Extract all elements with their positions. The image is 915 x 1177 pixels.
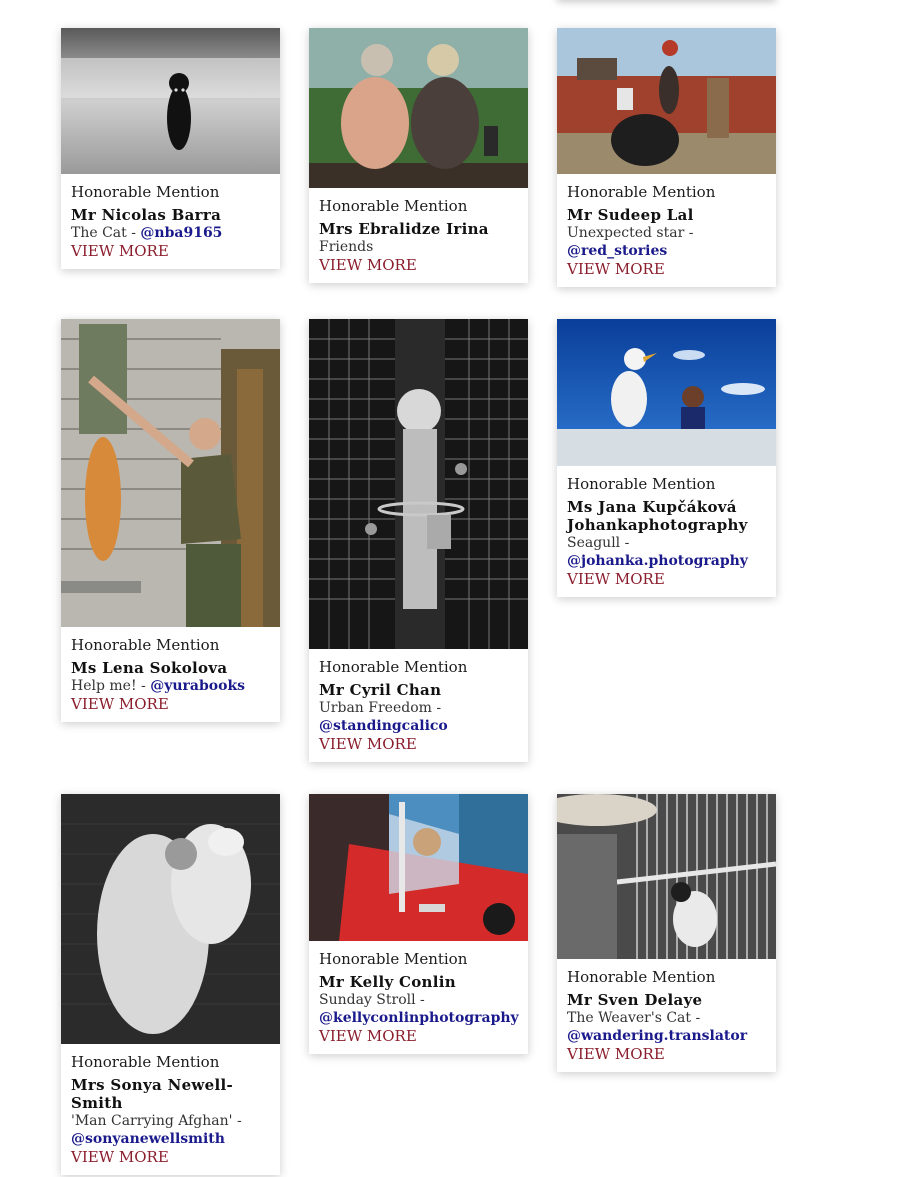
entry-photo[interactable]: [309, 794, 528, 941]
instagram-handle-link[interactable]: @yurabooks: [150, 678, 245, 694]
photographer-name: Mrs Sonya Newell-Smith: [71, 1076, 234, 1112]
entry-card: Honorable Mention Mr Sven Delaye The Wea…: [557, 794, 776, 1072]
photo-caption: Seagull - @johanka.photography: [567, 534, 766, 570]
photo-title: The Weaver's Cat -: [567, 1010, 701, 1026]
view-more-link[interactable]: VIEW MORE: [319, 1027, 518, 1045]
entry-card: Honorable Mention Mr Sudeep Lal Unexpect…: [557, 28, 776, 287]
instagram-handle-link[interactable]: @wandering.translator: [567, 1028, 747, 1044]
photo-title: Help me! -: [71, 678, 146, 694]
award-label: Honorable Mention: [567, 475, 716, 493]
view-more-link[interactable]: VIEW MORE: [567, 260, 766, 278]
photographer-name: Ms Lena Sokolova: [71, 659, 228, 677]
photo-caption: 'Man Carrying Afghan' - @sonyanewellsmit…: [71, 1112, 270, 1148]
photo-title: Sunday Stroll -: [319, 992, 425, 1008]
entry-photo[interactable]: [309, 28, 528, 188]
entry-card: Honorable Mention Mr Cyril Chan Urban Fr…: [309, 319, 528, 762]
photographer-name: Mr Sudeep Lal: [567, 206, 694, 224]
view-more-link[interactable]: VIEW MORE: [71, 695, 270, 713]
instagram-handle-link[interactable]: @nba9165: [140, 225, 222, 241]
photographer-name: Mr Nicolas Barra: [71, 206, 222, 224]
photographer-name: Mrs Ebralidze Irina: [319, 220, 489, 238]
entry-photo[interactable]: [557, 794, 776, 959]
award-label: Honorable Mention: [71, 636, 220, 654]
entry-card: Honorable Mention Ms Jana Kupčáková Joha…: [557, 319, 776, 597]
photo-title: Urban Freedom -: [319, 700, 442, 716]
entry-photo[interactable]: [309, 319, 528, 649]
instagram-handle-link[interactable]: @red_stories: [567, 243, 667, 259]
view-more-link[interactable]: VIEW MORE: [71, 1148, 270, 1166]
entry-photo[interactable]: [61, 28, 280, 174]
photo-caption: Help me! - @yurabooks: [71, 677, 270, 695]
entry-card: Honorable Mention Mr Kelly Conlin Sunday…: [309, 794, 528, 1054]
photo-caption: The Cat - @nba9165: [71, 224, 270, 242]
photo-caption: Unexpected star - @red_stories: [567, 224, 766, 260]
photo-caption: Urban Freedom - @standingcalico: [319, 699, 518, 735]
award-label: Honorable Mention: [71, 1053, 220, 1071]
view-more-link[interactable]: VIEW MORE: [71, 242, 270, 260]
instagram-handle-link[interactable]: @standingcalico: [319, 718, 448, 734]
instagram-handle-link[interactable]: @sonyanewellsmith: [71, 1131, 225, 1147]
photo-title: Friends: [319, 239, 374, 255]
instagram-handle-link[interactable]: @kellyconlinphotography: [319, 1010, 519, 1026]
photo-title: The Cat -: [71, 225, 136, 241]
photo-caption: Sunday Stroll - @kellyconlinphotography: [319, 991, 519, 1027]
photographer-name: Mr Kelly Conlin: [319, 973, 456, 991]
entry-card: Honorable Mention Mr Nicolas Barra The C…: [61, 28, 280, 269]
photographer-name: Ms Jana Kupčáková Johankaphotography: [567, 498, 748, 534]
entry-card: Honorable Mention Mrs Ebralidze Irina Fr…: [309, 28, 528, 283]
instagram-handle-link[interactable]: @johanka.photography: [567, 553, 748, 569]
award-label: Honorable Mention: [319, 950, 468, 968]
photo-caption: Friends: [319, 238, 518, 256]
award-label: Honorable Mention: [319, 658, 468, 676]
award-label: Honorable Mention: [71, 183, 220, 201]
photo-title: Seagull -: [567, 535, 630, 551]
award-label: Honorable Mention: [567, 968, 716, 986]
photo-title: Unexpected star -: [567, 225, 694, 241]
view-more-link[interactable]: VIEW MORE: [567, 1045, 766, 1063]
photographer-name: Mr Cyril Chan: [319, 681, 442, 699]
entry-card: Honorable Mention Ms Lena Sokolova Help …: [61, 319, 280, 722]
photographer-name: Mr Sven Delaye: [567, 991, 703, 1009]
award-label: Honorable Mention: [319, 197, 468, 215]
award-label: Honorable Mention: [567, 183, 716, 201]
photo-title: 'Man Carrying Afghan' -: [71, 1113, 242, 1129]
entry-photo[interactable]: [557, 319, 776, 466]
view-more-link[interactable]: VIEW MORE: [319, 735, 518, 753]
photo-caption: The Weaver's Cat - @wandering.translator: [567, 1009, 766, 1045]
entry-photo[interactable]: [557, 28, 776, 174]
entry-photo[interactable]: [61, 794, 280, 1044]
view-more-link[interactable]: VIEW MORE: [567, 570, 766, 588]
entry-card: Honorable Mention Mrs Sonya Newell-Smith…: [61, 794, 280, 1175]
view-more-link[interactable]: VIEW MORE: [319, 256, 518, 274]
entry-photo[interactable]: [61, 319, 280, 627]
